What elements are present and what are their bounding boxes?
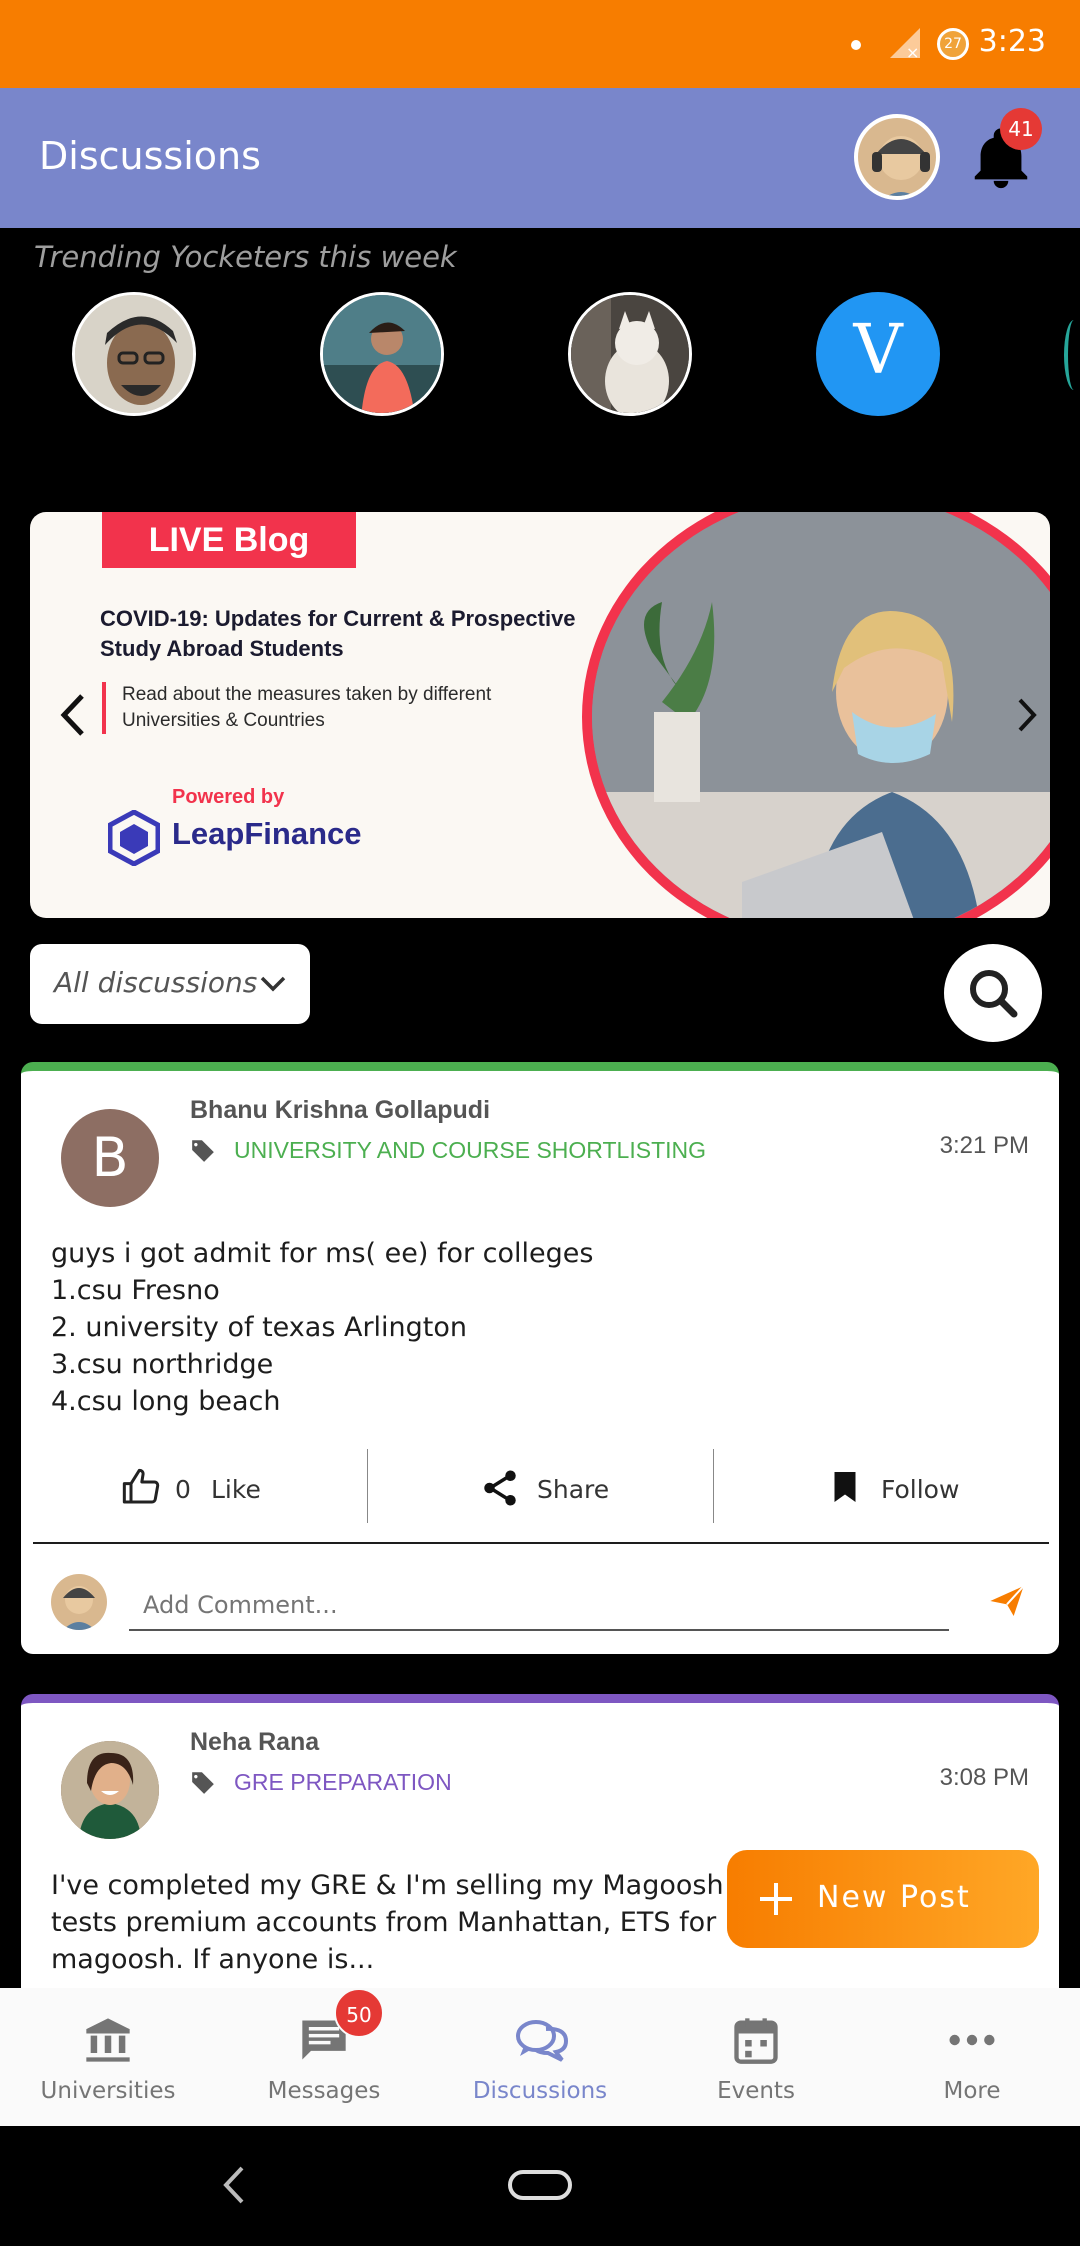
plus-icon xyxy=(760,1883,792,1915)
messages-badge: 50 xyxy=(334,1988,384,2038)
calendar-icon xyxy=(734,2018,778,2064)
university-icon xyxy=(86,2018,130,2062)
commenter-avatar xyxy=(51,1574,107,1630)
post-body[interactable]: guys i got admit for ms( ee) for college… xyxy=(51,1235,1031,1420)
signal-off-icon: × xyxy=(890,28,920,60)
author-avatar[interactable] xyxy=(61,1741,159,1839)
chevron-down-icon xyxy=(260,976,286,992)
search-icon xyxy=(970,970,1018,1018)
status-notification-badge: 27 xyxy=(937,28,969,60)
post-divider xyxy=(33,1542,1049,1544)
banner-photo xyxy=(582,512,1050,918)
leapfinance-logo-icon xyxy=(108,810,160,866)
follow-label: Follow xyxy=(881,1475,960,1504)
svg-text:×: × xyxy=(906,43,919,60)
post-time: 3:08 PM xyxy=(939,1764,1029,1791)
nav-label: Messages xyxy=(267,2078,381,2104)
post-author[interactable]: Neha Rana xyxy=(190,1728,319,1757)
profile-avatar[interactable] xyxy=(854,114,940,200)
nav-messages[interactable]: 50 Messages xyxy=(216,1988,432,2126)
app-header: Discussions xyxy=(0,88,1080,228)
chat-bubbles-icon xyxy=(516,2020,569,2062)
banner-powered-by: Powered by xyxy=(172,786,285,808)
more-dots-icon xyxy=(949,2034,995,2046)
bottom-navigation: Universities 50 Messages Discussions Eve… xyxy=(0,1988,1080,2126)
discussion-filter-dropdown[interactable]: All discussions xyxy=(30,944,310,1024)
banner-heading: COVID-19: Updates for Current & Prospect… xyxy=(100,606,576,661)
status-bar: × 27 3:23 xyxy=(0,0,1080,88)
page-title: Discussions xyxy=(39,134,261,178)
leapfinance-logo: LeapFinance xyxy=(172,816,362,851)
back-icon[interactable] xyxy=(214,2160,254,2210)
send-icon[interactable] xyxy=(987,1581,1027,1621)
like-button[interactable]: 0 Like xyxy=(121,1453,281,1525)
new-post-button[interactable]: New Post xyxy=(727,1850,1039,1948)
trending-label: Trending Yocketers this week xyxy=(34,240,457,274)
banner-subtext: Read about the measures taken by differe… xyxy=(102,682,562,734)
tag-icon xyxy=(192,1140,214,1162)
filter-selected-value: All discussions xyxy=(54,966,258,999)
trending-user-avatar-partial[interactable] xyxy=(1064,320,1080,390)
home-pill-icon[interactable] xyxy=(508,2170,572,2200)
nav-universities[interactable]: Universities xyxy=(0,1988,216,2126)
trending-user-avatar[interactable] xyxy=(568,292,692,416)
share-button[interactable]: Share xyxy=(479,1453,639,1525)
nav-label: Events xyxy=(717,2078,795,2104)
trending-user-avatar[interactable] xyxy=(72,292,196,416)
discussion-post-card[interactable]: B Bhanu Krishna Gollapudi UNIVERSITY AND… xyxy=(21,1062,1059,1654)
live-blog-banner[interactable]: LIVE Blog COVID-19: Updates for Current … xyxy=(30,512,1050,918)
share-icon xyxy=(484,1470,516,1506)
trending-user-avatar[interactable] xyxy=(320,292,444,416)
chevron-right-icon[interactable] xyxy=(1008,688,1048,742)
post-time: 3:21 PM xyxy=(939,1132,1029,1159)
share-label: Share xyxy=(537,1475,610,1504)
nav-discussions[interactable]: Discussions xyxy=(432,1988,648,2126)
chevron-left-icon[interactable] xyxy=(52,688,92,742)
action-divider xyxy=(713,1449,714,1523)
trending-user-avatar[interactable]: V xyxy=(816,292,940,416)
notification-dot-icon xyxy=(851,40,861,50)
notification-badge: 41 xyxy=(1000,108,1042,150)
system-navigation-bar xyxy=(0,2126,1080,2246)
follow-button[interactable]: Follow xyxy=(827,1453,987,1525)
nav-label: Universities xyxy=(40,2078,176,2104)
nav-events[interactable]: Events xyxy=(648,1988,864,2126)
nav-label: More xyxy=(943,2078,1001,2104)
thumbs-up-icon xyxy=(122,1468,160,1504)
author-avatar[interactable]: B xyxy=(61,1109,159,1207)
action-divider xyxy=(367,1449,368,1523)
live-blog-badge: LIVE Blog xyxy=(102,512,356,568)
nav-label: Discussions xyxy=(472,2078,608,2104)
like-count: 0 xyxy=(175,1475,191,1504)
like-label: Like xyxy=(211,1475,261,1504)
nav-more[interactable]: More xyxy=(864,1988,1080,2126)
bookmark-icon xyxy=(834,1472,856,1502)
post-category-tag[interactable]: GRE PREPARATION xyxy=(234,1769,452,1796)
tag-icon xyxy=(192,1772,214,1794)
post-author[interactable]: Bhanu Krishna Gollapudi xyxy=(190,1096,490,1125)
search-button[interactable] xyxy=(944,944,1042,1042)
comment-input[interactable] xyxy=(129,1581,949,1631)
post-category-tag[interactable]: UNIVERSITY AND COURSE SHORTLISTING xyxy=(234,1137,706,1164)
new-post-label: New Post xyxy=(817,1880,971,1915)
status-time: 3:23 xyxy=(978,24,1046,59)
